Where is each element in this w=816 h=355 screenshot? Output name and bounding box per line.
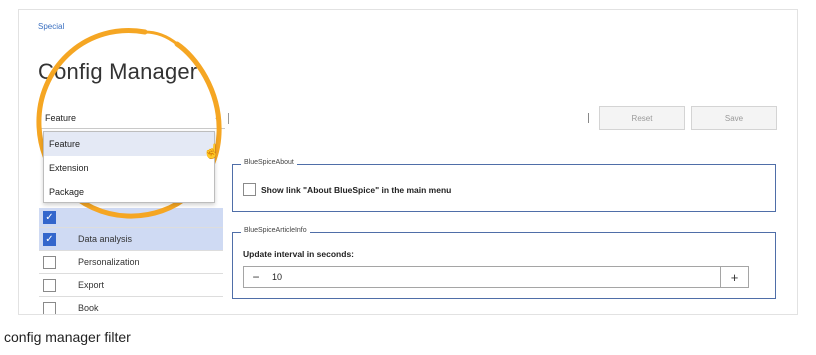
feature-label: Export: [78, 280, 105, 290]
checkbox[interactable]: [43, 301, 56, 314]
save-button[interactable]: Save: [691, 106, 777, 130]
filter-select-value: Feature: [45, 112, 77, 123]
checkbox[interactable]: ✓: [43, 232, 56, 246]
feature-row[interactable]: ✓ Data analysis: [39, 228, 223, 251]
dropdown-option[interactable]: Package: [44, 180, 214, 204]
option-label: Show link "About BlueSpice" in the main …: [261, 184, 452, 195]
feature-list: ✓ ✓ Data analysis Personalization Export…: [39, 208, 223, 314]
reset-button[interactable]: Reset: [599, 106, 685, 130]
checkbox[interactable]: [243, 183, 256, 196]
breadcrumb[interactable]: Special: [38, 22, 64, 31]
divider: [588, 113, 589, 123]
increment-button[interactable]: +: [720, 267, 748, 287]
fieldset-legend: BlueSpiceArticleInfo: [241, 227, 310, 234]
feature-label: Book: [78, 303, 99, 313]
chevron-down-icon: ⌄: [213, 112, 221, 122]
checkbox[interactable]: ✓: [43, 211, 56, 224]
checkbox[interactable]: [43, 278, 56, 292]
config-manager-screenshot: Special Config Manager Feature ⌄ Reset S…: [18, 9, 798, 315]
update-interval-input[interactable]: 10: [268, 272, 720, 282]
feature-row[interactable]: Book: [39, 297, 223, 314]
fieldset-legend: BlueSpiceAbout: [241, 159, 297, 166]
feature-label: Personalization: [78, 257, 140, 267]
checkbox[interactable]: [43, 255, 56, 269]
show-about-link-option[interactable]: Show link "About BlueSpice" in the main …: [243, 183, 451, 196]
hand-pointer-icon: ☝: [203, 143, 221, 159]
page-title: Config Manager: [38, 59, 198, 84]
field-label: Update interval in seconds:: [243, 249, 354, 259]
dropdown-option[interactable]: Extension: [44, 156, 214, 180]
divider: [228, 113, 229, 124]
dropdown-option[interactable]: Feature: [44, 132, 214, 156]
filter-select[interactable]: Feature ⌄: [39, 107, 225, 129]
update-interval-stepper: − 10 +: [243, 266, 749, 288]
feature-row[interactable]: ✓: [39, 208, 223, 228]
fieldset-bluespice-articleinfo: BlueSpiceArticleInfo Update interval in …: [232, 227, 776, 299]
fieldset-bluespice-about: BlueSpiceAbout Show link "About BlueSpic…: [232, 159, 776, 212]
feature-label: Data analysis: [78, 234, 133, 244]
feature-row[interactable]: Export: [39, 274, 223, 297]
feature-row[interactable]: Personalization: [39, 251, 223, 274]
filter-dropdown: Feature Extension Package: [43, 131, 215, 203]
decrement-button[interactable]: −: [244, 270, 268, 284]
image-caption: config manager filter: [4, 329, 131, 345]
